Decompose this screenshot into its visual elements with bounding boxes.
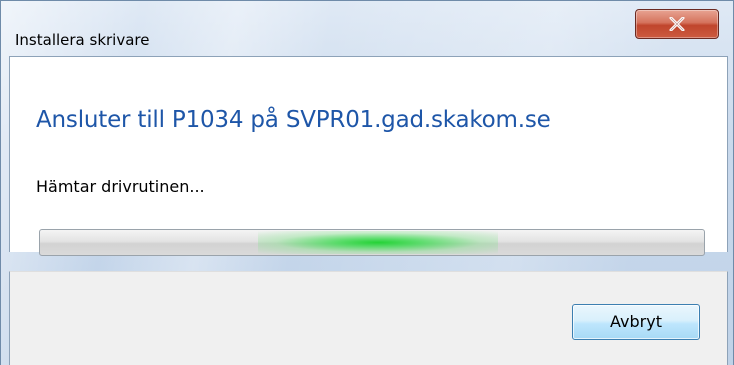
dialog-content: Ansluter till P1034 på SVPR01.gad.skakom… xyxy=(9,56,728,252)
title-bar[interactable]: Installera skrivare xyxy=(1,1,734,53)
progress-bar xyxy=(39,229,705,256)
dialog-footer: Avbryt xyxy=(9,271,728,365)
close-button[interactable] xyxy=(635,9,719,39)
install-printer-dialog: Installera skrivare Ansluter till P1034 … xyxy=(0,0,734,365)
status-text: Hämtar drivrutinen... xyxy=(36,177,205,196)
cancel-button[interactable]: Avbryt xyxy=(572,304,700,340)
progress-marquee-glow xyxy=(258,231,498,254)
window-title: Installera skrivare xyxy=(15,31,150,49)
main-instruction: Ansluter till P1034 på SVPR01.gad.skakom… xyxy=(36,107,551,133)
dialog-window: Installera skrivare Ansluter till P1034 … xyxy=(0,0,734,365)
close-icon xyxy=(636,10,718,38)
